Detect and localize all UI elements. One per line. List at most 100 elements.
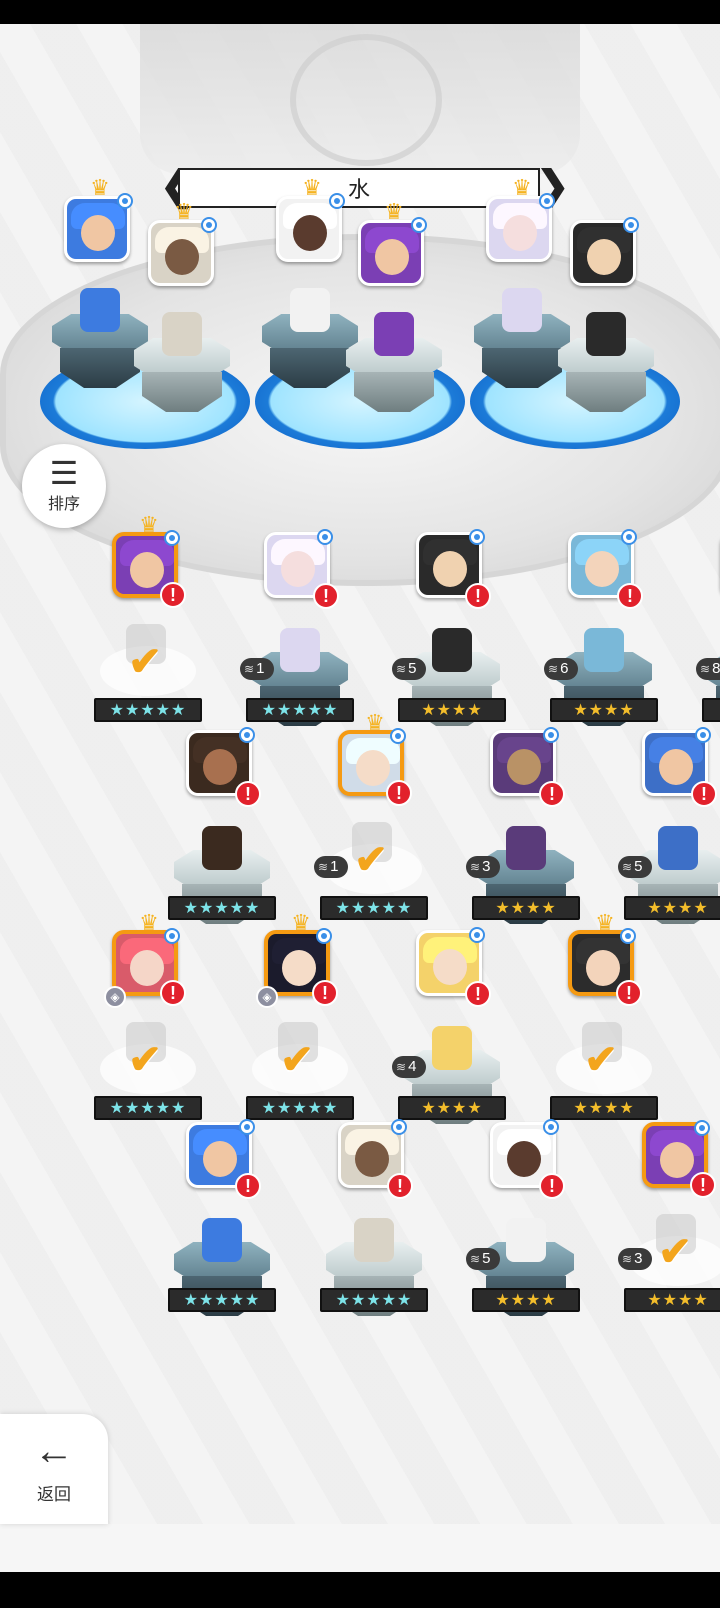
shard-count-badge: ≋ 5: [618, 856, 652, 878]
alert-icon: !: [160, 980, 186, 1006]
roster-character-portrait[interactable]: ♛!: [568, 912, 642, 1006]
crown-icon: ♛: [512, 175, 532, 200]
shard-count-badge: ≋ 1: [240, 658, 274, 680]
shard-count-badge: ≋ 4: [392, 1056, 426, 1078]
alert-icon: !: [617, 583, 643, 609]
equipment-cube-icon: ◈: [256, 986, 278, 1008]
roster-character-portrait-face: [203, 1141, 237, 1177]
alert-icon: !: [312, 980, 338, 1006]
roster-character-portrait[interactable]: !: [338, 1119, 413, 1199]
background-emblem: [290, 34, 442, 166]
alert-icon: !: [235, 781, 261, 807]
roster-character-portrait[interactable]: !: [416, 927, 491, 1007]
shard-count: 3: [482, 858, 491, 875]
sort-icon: ☰: [49, 455, 79, 491]
star-rating: ★★★★★: [320, 896, 428, 920]
team-slot-portrait-face: [81, 215, 115, 251]
info-dot-icon: [329, 193, 345, 209]
shard-icon: ≋: [548, 662, 559, 676]
roster-character-portrait[interactable]: ♛!: [264, 912, 338, 1006]
star-rating: ★★★★★: [94, 698, 202, 722]
roster-character-portrait-face: [433, 551, 467, 587]
back-button[interactable]: ← 返回: [0, 1414, 108, 1524]
in-team-check-icon: ✔: [280, 1038, 314, 1082]
roster-character-portrait[interactable]: ♛!: [112, 912, 186, 1006]
star-rating: ★★★★: [398, 1096, 506, 1120]
sort-button[interactable]: ☰ 排序: [22, 444, 106, 528]
info-dot-icon: [543, 727, 559, 743]
shard-count: 3: [634, 1250, 643, 1267]
team-slot-portrait[interactable]: ♛: [358, 201, 427, 286]
star-rating: ★★★★: [472, 896, 580, 920]
team-slot-portrait[interactable]: ♛: [486, 177, 555, 262]
roster-character-portrait-face: [130, 950, 164, 986]
star-rating: ★★★★★: [320, 1288, 428, 1312]
roster-character-portrait[interactable]: !: [186, 727, 261, 807]
footer-strip: [0, 1524, 720, 1572]
star-rating: ★★★★: [550, 698, 658, 722]
star-rating: ★★★★: [472, 1288, 580, 1312]
star-rating: ★★★★★: [94, 1096, 202, 1120]
info-dot-icon: [117, 193, 133, 209]
shard-count: 4: [408, 1058, 417, 1075]
info-dot-icon: [316, 928, 332, 944]
info-dot-icon: [621, 529, 637, 545]
roster-character-portrait[interactable]: !: [568, 529, 643, 609]
alert-icon: !: [313, 583, 339, 609]
navigation-bar: [0, 1572, 720, 1608]
crown-icon: ♛: [139, 910, 159, 935]
star-rating: ★★★★★: [168, 1288, 276, 1312]
roster-character-portrait-face: [130, 552, 164, 588]
roster-character-sprite: [280, 628, 320, 672]
shard-count-badge: ≋ 3: [618, 1248, 652, 1270]
alert-icon: !: [160, 582, 186, 608]
roster-character-portrait[interactable]: !: [186, 1119, 261, 1199]
in-team-check-icon: ✔: [354, 838, 388, 882]
roster-character-portrait[interactable]: !: [416, 529, 491, 609]
roster-character-portrait[interactable]: !: [490, 1119, 565, 1199]
team-pedestal-base: [354, 372, 434, 412]
shard-count: 1: [330, 858, 339, 875]
star-rating: [702, 698, 720, 722]
back-label: 返回: [37, 1485, 71, 1504]
team-slot-portrait-face: [587, 239, 621, 275]
team-slot-portrait[interactable]: [570, 217, 639, 286]
crown-icon: ♛: [365, 710, 385, 735]
team-pedestal-base: [60, 348, 140, 388]
roster-character-portrait[interactable]: ♛!: [112, 514, 186, 608]
shard-count: 8: [712, 660, 720, 677]
in-team-check-icon: ✔: [128, 640, 162, 684]
info-dot-icon: [239, 727, 255, 743]
info-dot-icon: [543, 1119, 559, 1135]
team-slot-portrait[interactable]: ♛: [148, 201, 217, 286]
status-bar: [0, 0, 720, 24]
roster-character-portrait-face: [585, 551, 619, 587]
roster-character-portrait[interactable]: !: [642, 727, 717, 807]
team-slot-portrait[interactable]: ♛: [64, 177, 133, 262]
shard-icon: ≋: [700, 662, 711, 676]
in-team-check-icon: ✔: [128, 1038, 162, 1082]
shard-count-badge: ≋ 1: [314, 856, 348, 878]
roster-character-sprite: [354, 1218, 394, 1262]
roster-character-portrait-face: [433, 949, 467, 985]
shard-icon: ≋: [244, 662, 255, 676]
roster-character-portrait[interactable]: !: [642, 1120, 716, 1198]
info-dot-icon: [201, 217, 217, 233]
info-dot-icon: [694, 1120, 710, 1136]
team-character-sprite: [586, 312, 626, 356]
roster-character-portrait[interactable]: !: [490, 727, 565, 807]
info-dot-icon: [239, 1119, 255, 1135]
team-slot-portrait[interactable]: ♛: [276, 177, 345, 262]
roster-character-portrait[interactable]: !: [264, 529, 339, 609]
roster-character-portrait[interactable]: ♛!: [338, 712, 412, 806]
sort-label: 排序: [47, 496, 80, 513]
star-rating: ★★★★★: [168, 896, 276, 920]
alert-icon: !: [691, 781, 717, 807]
shard-icon: ≋: [396, 1060, 407, 1074]
team-pedestal-base: [142, 372, 222, 412]
crown-icon: ♛: [139, 512, 159, 537]
roster-character-portrait-face: [507, 749, 541, 785]
roster-character-sprite: [506, 1218, 546, 1262]
info-dot-icon: [164, 530, 180, 546]
crown-icon: ♛: [384, 199, 404, 224]
